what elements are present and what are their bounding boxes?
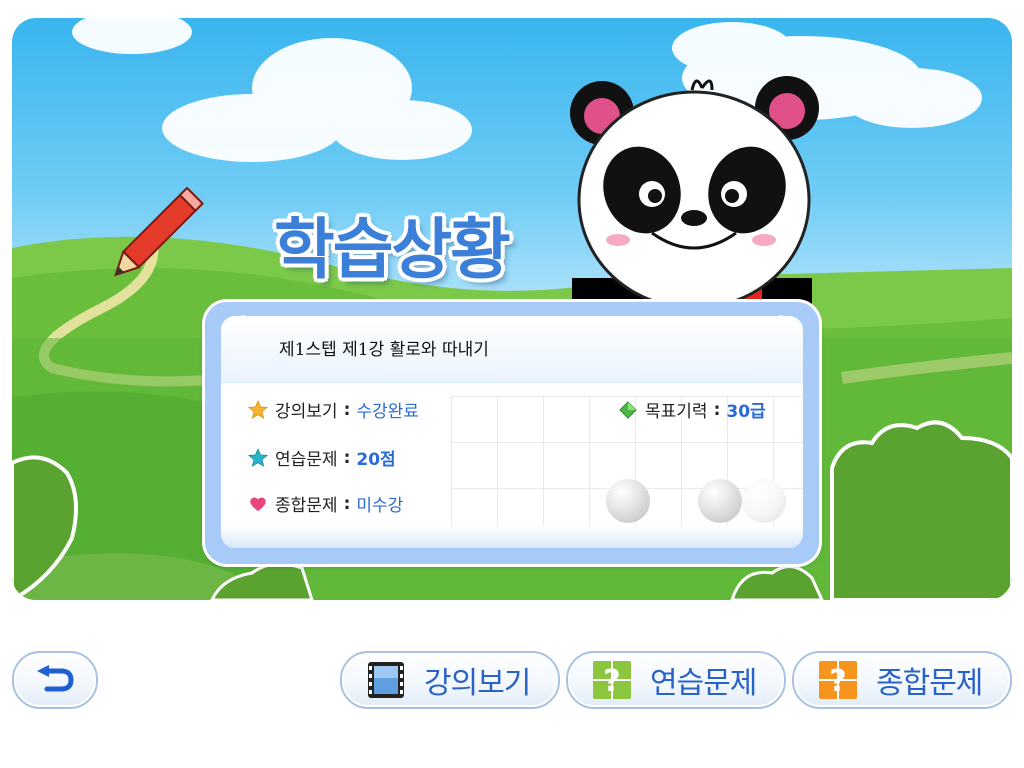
card-footer <box>221 526 803 548</box>
comprehensive-button-label: 종합문제 <box>876 666 983 701</box>
heart-icon <box>247 493 269 515</box>
svg-text:?: ? <box>829 664 846 699</box>
card-body: 제1스텝 제1강 활로와 따내기 강의보기 : 수강완료 연습문제 : 20점 <box>221 316 803 548</box>
separator: : <box>343 447 351 468</box>
practice-status-label: 연습문제 <box>275 450 338 470</box>
go-stone <box>606 479 650 523</box>
separator: : <box>343 399 351 420</box>
comprehensive-status-value: 미수강 <box>356 496 404 516</box>
practice-button-label: 연습문제 <box>650 666 757 701</box>
lecture-button-label: 강의보기 <box>424 666 531 701</box>
comprehensive-status-label: 종합문제 <box>275 496 338 516</box>
orange-question-icon: ? <box>819 661 857 699</box>
separator: : <box>713 399 721 420</box>
goal-level-label: 목표기력 <box>645 402 708 422</box>
comprehensive-button[interactable]: ? 종합문제 <box>792 651 1012 709</box>
green-diamond-icon <box>617 399 639 421</box>
go-stone <box>742 479 786 523</box>
panda-mascot <box>570 76 819 338</box>
film-icon <box>368 662 404 698</box>
card-header: 제1스텝 제1강 활로와 따내기 <box>221 316 803 383</box>
separator: : <box>343 493 351 514</box>
goal-level-row: 목표기력 : 30급 <box>617 397 766 422</box>
green-question-icon: ? <box>593 661 631 699</box>
lecture-button[interactable]: 강의보기 <box>340 651 560 709</box>
practice-status-row: 연습문제 : 20점 <box>247 445 396 470</box>
practice-button[interactable]: ? 연습문제 <box>566 651 786 709</box>
page-title: 학습상황 <box>274 211 511 288</box>
lecture-status-row: 강의보기 : 수강완료 <box>247 397 419 422</box>
teal-star-icon <box>247 447 269 469</box>
lecture-status-label: 강의보기 <box>275 402 338 422</box>
study-status-card: 제1스텝 제1강 활로와 따내기 강의보기 : 수강완료 연습문제 : 20점 <box>205 302 819 564</box>
comprehensive-status-row: 종합문제 : 미수강 <box>247 491 403 516</box>
back-arrow-icon <box>37 665 74 692</box>
practice-status-value: 20점 <box>356 450 396 470</box>
back-button[interactable] <box>12 651 98 709</box>
goal-level-value: 30급 <box>726 402 766 422</box>
star-icon <box>247 399 269 421</box>
lesson-title: 제1스텝 제1강 활로와 따내기 <box>279 340 489 360</box>
lecture-status-value: 수강완료 <box>356 402 419 422</box>
go-stone <box>698 479 742 523</box>
svg-text:?: ? <box>603 664 620 699</box>
clouds <box>72 18 982 162</box>
